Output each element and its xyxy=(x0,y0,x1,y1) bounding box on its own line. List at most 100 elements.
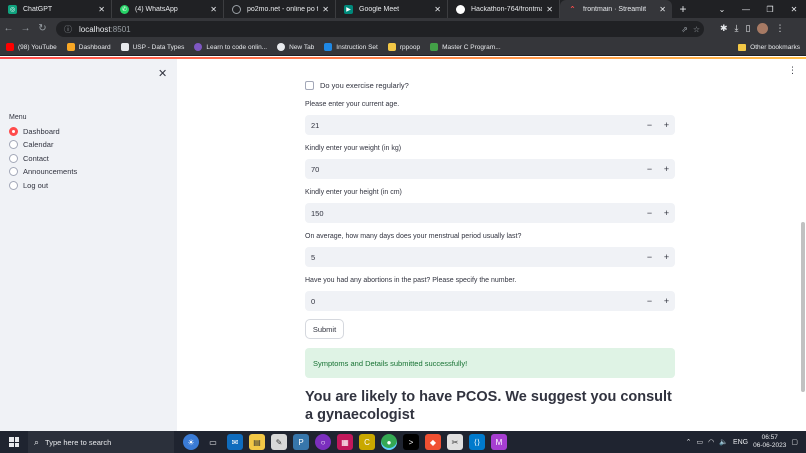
tab-title: ChatGPT xyxy=(23,5,53,13)
language-indicator[interactable]: ENG xyxy=(733,439,748,446)
windows-icon xyxy=(9,437,19,447)
chatgpt-icon: ◎ xyxy=(8,4,17,14)
decrement-button[interactable]: − xyxy=(641,208,658,218)
task-view-icon[interactable]: ▭ xyxy=(205,434,221,450)
sidebar-item-dashboard[interactable]: Dashboard xyxy=(9,127,60,136)
bookmark-star-icon[interactable]: ☆ xyxy=(693,25,700,34)
abortions-value[interactable]: 0 xyxy=(305,297,641,306)
radio-icon xyxy=(9,154,18,163)
submit-button[interactable]: Submit xyxy=(305,319,344,339)
close-icon[interactable]: ✕ xyxy=(158,67,167,80)
weather-widget-icon[interactable]: ☀ xyxy=(183,434,199,450)
close-tab-icon[interactable]: ✕ xyxy=(546,5,553,14)
codeblocks-icon[interactable]: C xyxy=(359,434,375,450)
start-button[interactable] xyxy=(0,437,28,447)
speaker-icon[interactable]: 🔈 xyxy=(719,438,728,446)
sidebar-item-log-out[interactable]: Log out xyxy=(9,181,48,190)
share-icon[interactable]: ⇗ xyxy=(681,25,688,34)
decrement-button[interactable]: − xyxy=(641,252,658,262)
bookmark-usp[interactable]: USP - Data Types xyxy=(120,43,184,51)
increment-button[interactable]: + xyxy=(658,164,675,174)
profile-avatar[interactable] xyxy=(757,23,769,34)
browser-menu-icon[interactable]: ⋮ xyxy=(775,23,784,34)
browser-tab-strip: ◎ ChatGPT ✕ ✆ (4) WhatsApp ✕ po2mo.net -… xyxy=(0,0,806,18)
extensions-icon[interactable]: ✱ xyxy=(720,23,728,34)
bookmark-master-c[interactable]: Master C Program... xyxy=(430,43,501,51)
decrement-button[interactable]: − xyxy=(641,120,658,130)
main-menu-icon[interactable]: ⋮ xyxy=(788,65,797,76)
sidebar: ✕ Menu Dashboard Calendar Contact Announ… xyxy=(0,59,177,431)
chevron-up-icon[interactable]: ⌃ xyxy=(686,438,692,446)
browser-tab[interactable]: ◎ ChatGPT ✕ xyxy=(0,0,112,18)
browser-tab-active[interactable]: ⌃ frontmain · Streamlit ✕ xyxy=(560,0,672,18)
weight-value[interactable]: 70 xyxy=(305,165,641,174)
bookmark-learn-to-code[interactable]: Learn to code onlin... xyxy=(194,43,267,51)
folder-icon xyxy=(387,43,396,51)
radio-icon xyxy=(9,140,18,149)
bookmark-rppoop[interactable]: rppoop xyxy=(387,43,420,51)
site-info-icon[interactable]: ⓘ xyxy=(64,24,72,35)
decrement-button[interactable]: − xyxy=(641,164,658,174)
side-panel-icon[interactable]: ▯ xyxy=(746,23,751,34)
sidebar-item-announcements[interactable]: Announcements xyxy=(9,167,77,176)
close-tab-icon[interactable]: ✕ xyxy=(210,5,217,14)
exercise-label: Do you exercise regularly? xyxy=(320,81,409,90)
back-icon[interactable]: ← xyxy=(0,23,17,34)
notepad-icon[interactable]: ✎ xyxy=(271,434,287,450)
period-value[interactable]: 5 xyxy=(305,253,641,262)
other-bookmarks[interactable]: Other bookmarks xyxy=(738,39,800,56)
browser-actions: ✱ ⤓ ▯ ⋮ xyxy=(720,18,784,39)
notifications-icon[interactable]: ▢ xyxy=(791,438,798,446)
browser-tab[interactable]: Hackathon-764/frontmain. ✕ xyxy=(448,0,560,18)
close-tab-icon[interactable]: ✕ xyxy=(659,5,666,14)
reload-icon[interactable]: ↻ xyxy=(34,23,51,34)
bookmark-dashboard[interactable]: Dashboard xyxy=(66,43,111,51)
browser-tab[interactable]: po2mo.net - online po to m ✕ xyxy=(224,0,336,18)
exercise-checkbox[interactable]: Do you exercise regularly? xyxy=(305,81,409,90)
wifi-icon[interactable]: ◠ xyxy=(708,438,714,446)
tab-search-icon[interactable]: ⌄ xyxy=(710,5,734,14)
chrome-icon[interactable]: ● xyxy=(381,434,397,450)
close-tab-icon[interactable]: ✕ xyxy=(434,5,441,14)
battery-icon[interactable]: ▭ xyxy=(697,438,704,446)
checkbox-icon[interactable] xyxy=(305,81,314,90)
obsidian-icon[interactable]: M xyxy=(491,434,507,450)
close-window-icon[interactable]: ✕ xyxy=(782,5,806,14)
bookmark-new-tab[interactable]: New Tab xyxy=(277,43,314,51)
download-icon[interactable]: ⤓ xyxy=(735,23,739,34)
minimize-icon[interactable]: — xyxy=(734,5,758,14)
increment-button[interactable]: + xyxy=(658,252,675,262)
increment-button[interactable]: + xyxy=(658,120,675,130)
height-value[interactable]: 150 xyxy=(305,209,641,218)
snipping-tool-icon[interactable]: ✂ xyxy=(447,434,463,450)
mail-icon[interactable]: ✉ xyxy=(227,434,243,450)
close-tab-icon[interactable]: ✕ xyxy=(322,5,329,14)
system-tray: ⌃ ▭ ◠ 🔈 ENG 06:57 06-06-2023 ▢ xyxy=(686,431,806,453)
python-icon[interactable]: P xyxy=(293,434,309,450)
increment-button[interactable]: + xyxy=(658,208,675,218)
weight-label: Kindly enter your weight (in kg) xyxy=(305,145,402,152)
taskbar-search[interactable]: ⌕ Type here to search xyxy=(28,431,174,453)
increment-button[interactable]: + xyxy=(658,296,675,306)
browser-tab[interactable]: ✆ (4) WhatsApp ✕ xyxy=(112,0,224,18)
app-circle-icon[interactable]: ○ xyxy=(315,434,331,450)
close-tab-icon[interactable]: ✕ xyxy=(98,5,105,14)
bookmark-instruction-set[interactable]: Instruction Set xyxy=(324,43,378,51)
decrement-button[interactable]: − xyxy=(641,296,658,306)
new-tab-button[interactable]: + xyxy=(672,0,694,18)
git-icon[interactable]: ◆ xyxy=(425,434,441,450)
browser-tab[interactable]: ▶ Google Meet ✕ xyxy=(336,0,448,18)
address-bar[interactable]: ⓘ localhost:8501 ⇗ ☆ xyxy=(56,21,704,37)
age-value[interactable]: 21 xyxy=(305,121,641,130)
file-explorer-icon[interactable]: ▤ xyxy=(249,434,265,450)
vscode-icon[interactable]: ⟨⟩ xyxy=(469,434,485,450)
page-scrollbar[interactable] xyxy=(801,222,805,392)
sidebar-item-contact[interactable]: Contact xyxy=(9,154,49,163)
restore-icon[interactable]: ❐ xyxy=(758,5,782,14)
sidebar-item-calendar[interactable]: Calendar xyxy=(9,140,53,149)
forward-icon[interactable]: → xyxy=(17,23,34,34)
grid-app-icon[interactable]: ▦ xyxy=(337,434,353,450)
terminal-icon[interactable]: > xyxy=(403,434,419,450)
clock[interactable]: 06:57 06-06-2023 xyxy=(753,434,786,450)
bookmark-youtube[interactable]: (98) YouTube xyxy=(6,43,57,51)
